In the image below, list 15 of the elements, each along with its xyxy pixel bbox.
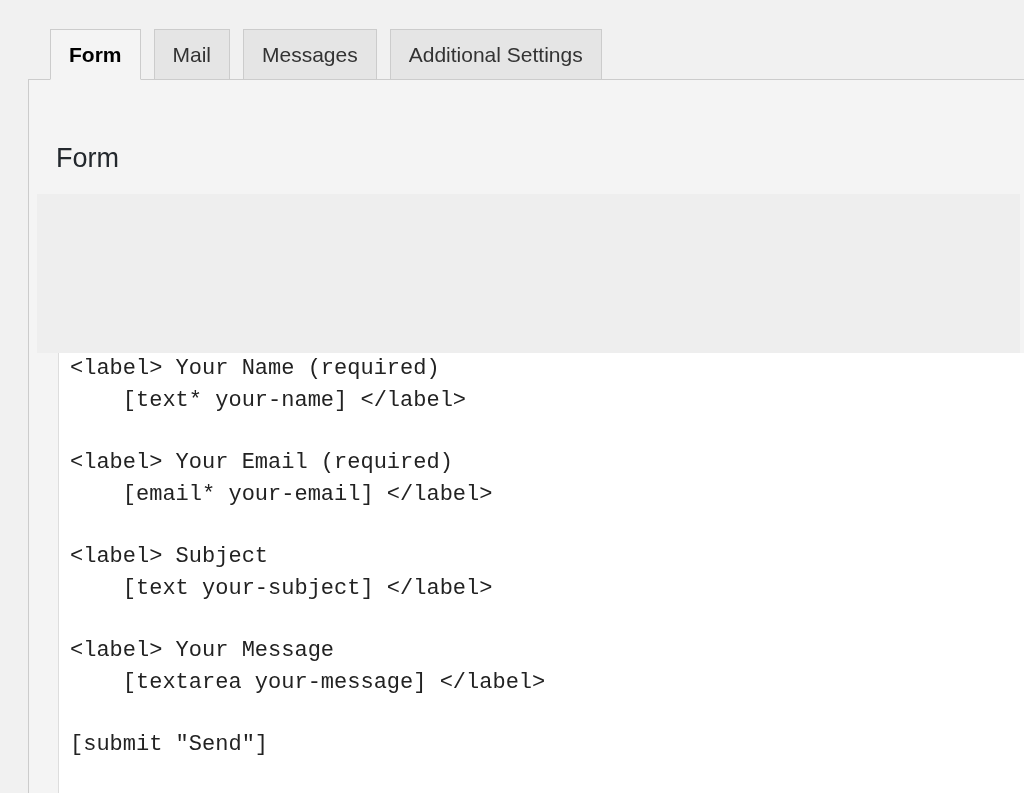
code-line: <label> Your Message [70,637,335,665]
tab[interactable]: Messages [243,29,377,79]
code-line: [email* your-email] </label> [121,480,493,509]
panel-title: Form [56,142,120,175]
form-template-editor[interactable] [58,353,1024,793]
code-line: <label> Your Email (required) [70,449,453,477]
code-line: [text* your-name] </label> [121,386,467,415]
tab[interactable]: Form [50,29,141,80]
tab[interactable]: Mail [153,29,230,79]
code-line: [textarea your-message] </label> [121,668,546,697]
code-line: <label> Your Name (required) [70,355,440,383]
tab[interactable]: Additional Settings [389,29,602,79]
code-line: [submit "Send"] [70,731,269,759]
code-line: <label> Subject [70,543,269,571]
code-line: [text your-subject] </label> [121,574,493,603]
